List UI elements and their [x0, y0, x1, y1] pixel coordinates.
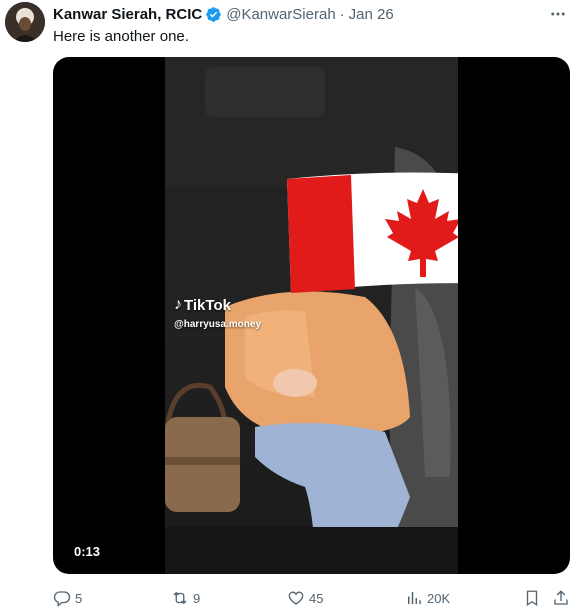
share-button[interactable] [552, 586, 570, 610]
canada-flag-overlay [283, 169, 458, 297]
video-timestamp: 0:13 [74, 544, 101, 559]
tweet-text: Here is another one. [53, 28, 189, 45]
retweet-button[interactable]: 9 [171, 586, 200, 610]
like-button[interactable]: 45 [287, 586, 323, 610]
tiktok-username: @harryusa.money [174, 319, 262, 330]
views-icon [408, 592, 421, 604]
share-icon [554, 590, 568, 605]
video-player[interactable]: ♪ TikTok @harryusa.money 0:13 [53, 57, 570, 574]
reply-icon [53, 591, 71, 607]
views-button[interactable]: 20K [405, 586, 450, 610]
author-handle[interactable]: @KanwarSierah [226, 6, 335, 23]
more-dots-icon[interactable] [548, 4, 568, 24]
tiktok-watermark: ♪ TikTok [174, 296, 231, 314]
bookmark-button[interactable] [523, 586, 541, 610]
retweet-icon [173, 591, 187, 605]
reply-count: 5 [75, 590, 83, 606]
video-frame [165, 57, 458, 574]
separator-dot: · [339, 5, 345, 23]
reply-button[interactable]: 5 [53, 586, 82, 610]
action-bar: 5 9 45 20K [53, 586, 570, 610]
tiktok-icon: ♪ [174, 296, 182, 313]
author-name[interactable]: Kanwar Sierah, RCIC [53, 6, 202, 23]
like-count: 45 [309, 590, 324, 606]
tiktok-brand: TikTok [184, 296, 231, 314]
heart-icon [288, 591, 304, 605]
verified-badge-icon [205, 6, 222, 23]
tweet-date[interactable]: Jan 26 [349, 6, 394, 23]
tweet[interactable]: Kanwar Sierah, RCIC @KanwarSierah · Jan … [0, 0, 582, 616]
retweet-count: 9 [193, 590, 201, 606]
bookmark-icon [526, 590, 538, 607]
avatar[interactable] [5, 2, 45, 42]
tweet-header: Kanwar Sierah, RCIC @KanwarSierah · Jan … [53, 4, 394, 24]
views-count: 20K [427, 590, 451, 606]
